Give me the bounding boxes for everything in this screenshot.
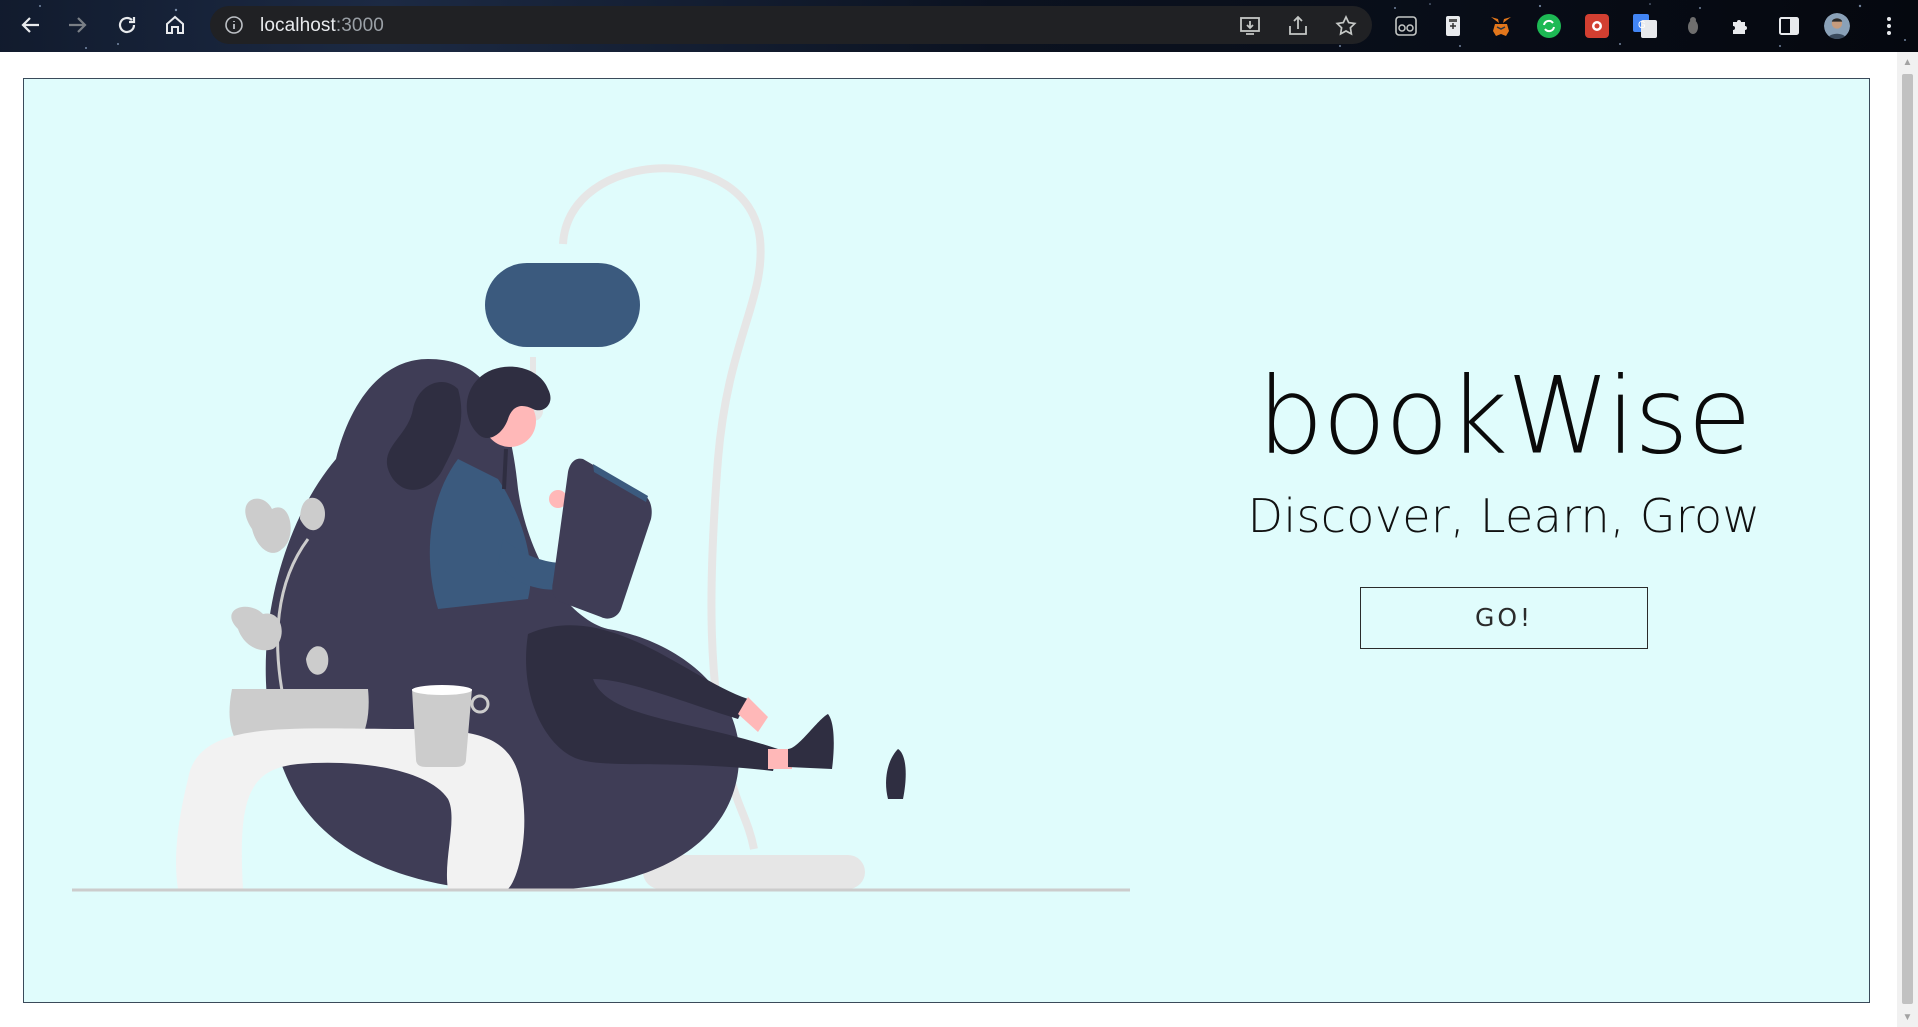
hero-text-block: bookWise Discover, Learn, Grow GO! [1224, 353, 1784, 650]
extensions-puzzle-icon[interactable] [1728, 13, 1754, 39]
extension-sync-icon[interactable] [1536, 13, 1562, 39]
address-bar[interactable]: localhost:3000 [210, 6, 1372, 44]
bookmark-star-icon[interactable] [1334, 14, 1358, 38]
extension-calculator-icon[interactable] [1440, 13, 1466, 39]
browser-toolbar: localhost:3000 G [0, 0, 1918, 52]
url-text[interactable]: localhost:3000 [260, 15, 384, 37]
extension-metamask-fox-icon[interactable] [1488, 13, 1514, 39]
extension-bug-icon[interactable] [1680, 13, 1706, 39]
url-port: :3000 [335, 15, 384, 36]
more-vertical-icon [1887, 17, 1891, 35]
profile-avatar[interactable] [1824, 13, 1850, 39]
forward-button[interactable] [60, 8, 94, 42]
back-button[interactable] [14, 8, 48, 42]
install-app-icon[interactable] [1238, 14, 1262, 38]
app-tagline: Discover, Learn, Grow [1247, 489, 1761, 544]
go-button[interactable]: GO! [1360, 587, 1648, 650]
extension-reader-icon[interactable] [1393, 13, 1419, 39]
arrow-right-icon [69, 17, 87, 33]
scroll-down-arrow-icon[interactable]: ▼ [1902, 1013, 1913, 1023]
svg-text:G: G [1638, 20, 1646, 31]
page-viewport: bookWise Discover, Learn, Grow GO! [0, 52, 1897, 1027]
hero-section: bookWise Discover, Learn, Grow GO! [23, 78, 1870, 1003]
home-button[interactable] [158, 8, 192, 42]
reload-icon [118, 16, 136, 34]
reading-woman-illustration [72, 164, 1130, 892]
extension-devtools-icon[interactable] [1584, 13, 1610, 39]
browser-menu-button[interactable] [1876, 13, 1902, 39]
app-title: bookWise [1257, 353, 1751, 479]
side-panel-icon[interactable] [1776, 13, 1802, 39]
site-info-icon[interactable] [224, 15, 244, 35]
extension-google-translate-icon[interactable]: G [1632, 13, 1658, 39]
share-icon[interactable] [1286, 14, 1310, 38]
scrollbar-thumb[interactable] [1902, 74, 1913, 1004]
url-host: localhost [260, 15, 336, 36]
scroll-up-arrow-icon[interactable]: ▲ [1902, 58, 1913, 68]
arrow-left-icon [21, 17, 39, 33]
home-icon [166, 15, 184, 34]
reload-button[interactable] [110, 8, 144, 42]
vertical-scrollbar[interactable]: ▲ ▼ [1897, 52, 1918, 1027]
